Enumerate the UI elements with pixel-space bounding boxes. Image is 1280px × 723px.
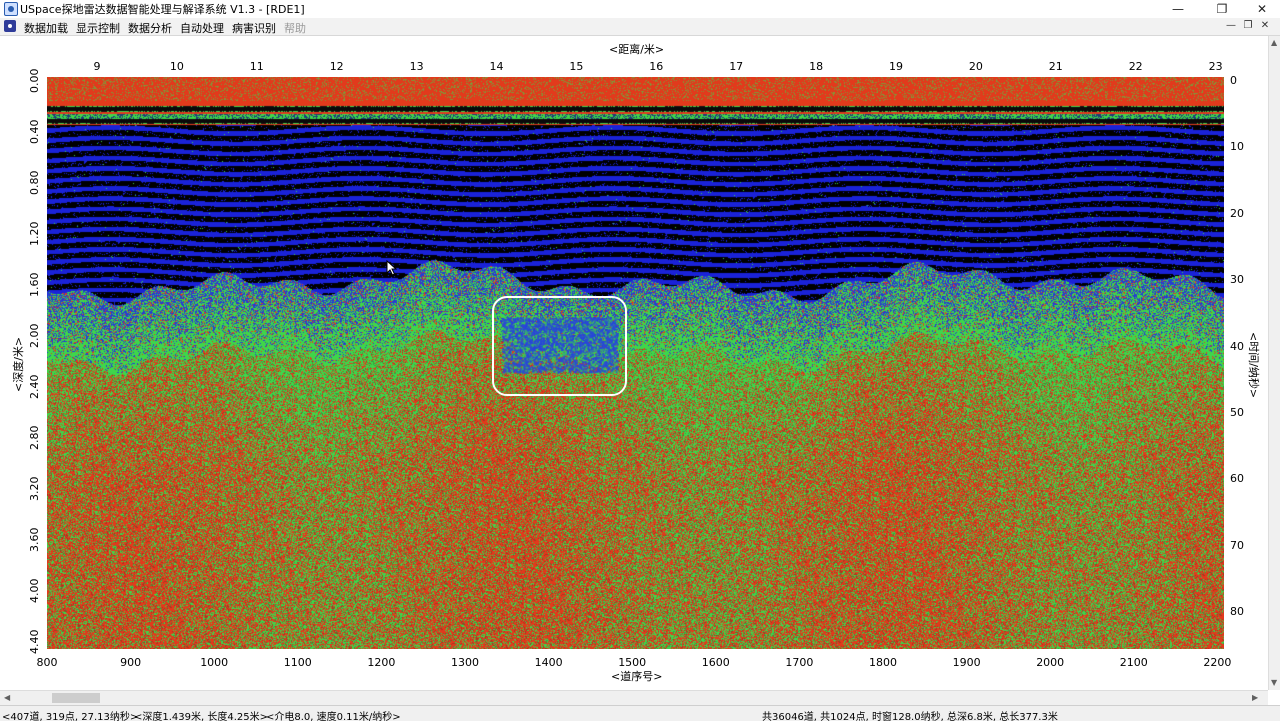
scroll-up-icon[interactable]: ▲ xyxy=(1271,38,1277,47)
bottom-axis-title: <道序号> xyxy=(611,670,663,683)
left-tick-label: 4.00 xyxy=(28,578,41,604)
status-depth-length: <深度1.439米, 长度4.25米> xyxy=(134,712,269,723)
bottom-tick-label: 1900 xyxy=(952,656,981,669)
left-tick-label: 2.40 xyxy=(28,374,41,400)
left-tick-label: 0.40 xyxy=(28,119,41,145)
right-tick-label: 10 xyxy=(1230,140,1244,154)
app-icon xyxy=(4,2,18,16)
top-tick-label: 13 xyxy=(409,60,424,73)
right-tick-label: 60 xyxy=(1230,472,1244,486)
horizontal-scrollbar[interactable]: ◀ ▶ xyxy=(0,690,1268,705)
status-cursor-position: <407道, 319点, 27.13纳秒> xyxy=(2,712,139,723)
top-tick-label: 11 xyxy=(249,60,264,73)
top-tick-label: 22 xyxy=(1128,60,1143,73)
right-tick-label: 30 xyxy=(1230,273,1244,287)
window-title: USpace探地雷达数据智能处理与解译系统 V1.3 - [RDE1] xyxy=(20,3,305,16)
child-restore-icon[interactable]: ❐ xyxy=(1241,19,1255,33)
left-tick-label: 0.80 xyxy=(28,170,41,196)
left-tick-label: 2.80 xyxy=(28,425,41,451)
menu-data-load[interactable]: 数据加载 xyxy=(24,20,68,36)
menu-display-control[interactable]: 显示控制 xyxy=(76,20,120,36)
top-tick-label: 21 xyxy=(1048,60,1063,73)
horizontal-scroll-thumb[interactable] xyxy=(52,693,100,703)
menu-defect-recognition[interactable]: 病害识别 xyxy=(232,20,276,36)
top-tick-label: 15 xyxy=(569,60,584,73)
left-tick-label: 1.60 xyxy=(28,272,41,298)
bottom-tick-label: 1000 xyxy=(200,656,229,669)
close-button[interactable]: ✕ xyxy=(1244,0,1280,18)
left-tick-label: 2.00 xyxy=(28,323,41,349)
bottom-tick-label: 1600 xyxy=(701,656,730,669)
left-tick-label: 0.00 xyxy=(28,68,41,94)
status-summary: 共36046道, 共1024点, 时窗128.0纳秒, 总深6.8米, 总长37… xyxy=(762,712,1058,723)
left-tick-label: 3.20 xyxy=(28,476,41,502)
scroll-down-icon[interactable]: ▼ xyxy=(1271,678,1277,687)
top-tick-label: 14 xyxy=(489,60,504,73)
bottom-tick-label: 1400 xyxy=(534,656,563,669)
mouse-cursor-icon xyxy=(386,260,398,276)
minimize-button[interactable]: — xyxy=(1160,0,1196,18)
bottom-tick-label: 1100 xyxy=(283,656,312,669)
right-tick-label: 20 xyxy=(1230,206,1244,220)
right-tick-label: 50 xyxy=(1230,406,1244,419)
bottom-tick-label: 1500 xyxy=(618,656,647,669)
bottom-tick-label: 1700 xyxy=(785,656,814,669)
top-tick-label: 18 xyxy=(809,60,824,73)
right-tick-label: 80 xyxy=(1230,605,1244,619)
scroll-left-icon[interactable]: ◀ xyxy=(4,693,10,702)
top-tick-label: 12 xyxy=(329,60,344,73)
right-tick-label: 70 xyxy=(1230,538,1244,552)
bottom-tick-label: 2100 xyxy=(1119,656,1148,669)
right-tick-label: 40 xyxy=(1230,339,1244,353)
bottom-tick-label: 1300 xyxy=(451,656,479,669)
top-tick-label: 17 xyxy=(729,60,744,73)
child-close-icon[interactable]: ✕ xyxy=(1258,19,1272,33)
status-bar: <407道, 319点, 27.13纳秒> <深度1.439米, 长度4.25米… xyxy=(0,705,1280,723)
vertical-scrollbar[interactable]: ▲ ▼ xyxy=(1268,36,1280,690)
right-tick-label: 0 xyxy=(1230,74,1237,87)
top-axis-title: <距离/米> xyxy=(609,43,665,56)
gpr-radargram-image[interactable] xyxy=(47,77,1224,649)
title-bar: USpace探地雷达数据智能处理与解译系统 V1.3 - [RDE1] — ❐ … xyxy=(0,0,1280,18)
top-tick-label: 19 xyxy=(889,60,903,73)
top-tick-label: 10 xyxy=(169,60,184,73)
maximize-button[interactable]: ❐ xyxy=(1204,0,1240,18)
top-tick-label: 9 xyxy=(93,60,101,73)
bottom-tick-label: 900 xyxy=(120,656,142,669)
top-tick-label: 16 xyxy=(649,60,664,73)
bottom-tick-label: 2200 xyxy=(1203,656,1232,669)
menu-auto-process[interactable]: 自动处理 xyxy=(180,20,224,36)
menu-bar: 数据加载 显示控制 数据分析 自动处理 病害识别 帮助 — ❐ ✕ xyxy=(0,18,1280,36)
top-tick-label: 20 xyxy=(968,60,983,73)
bottom-tick-label: 800 xyxy=(36,656,58,669)
document-icon[interactable] xyxy=(4,20,16,32)
bottom-tick-label: 1200 xyxy=(367,656,396,669)
scroll-right-icon[interactable]: ▶ xyxy=(1252,693,1258,702)
left-tick-label: 1.20 xyxy=(28,221,41,247)
menu-data-analysis[interactable]: 数据分析 xyxy=(128,20,172,36)
left-tick-label: 3.60 xyxy=(28,527,41,553)
child-minimize-icon[interactable]: — xyxy=(1224,19,1238,33)
bottom-tick-label: 2000 xyxy=(1036,656,1065,669)
menu-help[interactable]: 帮助 xyxy=(284,20,306,36)
left-axis-title: <深度/米> xyxy=(12,336,25,392)
top-tick-label: 23 xyxy=(1208,60,1223,73)
status-dielectric: <介电8.0, 速度0.11米/纳秒> xyxy=(266,712,401,723)
left-tick-label: 4.40 xyxy=(28,629,41,655)
bottom-tick-label: 1800 xyxy=(869,656,897,669)
